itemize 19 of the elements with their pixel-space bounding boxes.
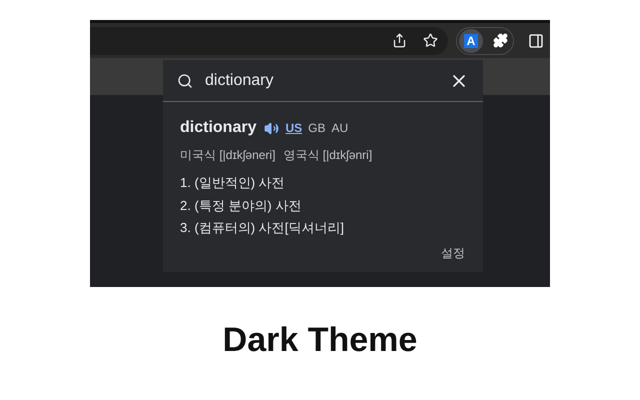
caption: Dark Theme — [222, 320, 418, 361]
accent-option[interactable]: US — [285, 119, 302, 137]
accent-option[interactable]: AU — [331, 119, 348, 137]
accent-option[interactable]: GB — [308, 119, 326, 137]
search-field[interactable]: dictionary — [163, 60, 483, 102]
definition: 1. (일반적인) 사전 — [180, 174, 286, 192]
speaker-icon[interactable] — [264, 120, 280, 136]
extension-button[interactable]: A — [459, 28, 483, 52]
share-icon[interactable] — [392, 33, 407, 48]
headword: dictionary — [180, 118, 256, 138]
pronunciation: 미국식 [|dɪkʃəneri] — [180, 147, 276, 164]
side-panel-icon[interactable] — [528, 32, 544, 48]
definition: 2. (특정 분야의) 사전 — [180, 196, 302, 215]
puzzle-icon[interactable] — [493, 33, 508, 48]
star-icon[interactable] — [423, 33, 438, 48]
definition: 3. (컴퓨터의) 사전[딕셔너리] — [180, 219, 345, 237]
pronunciation: 영국식 [|dɪkʃənri] — [283, 147, 372, 164]
search-icon — [177, 72, 193, 88]
settings-link[interactable]: 설정 — [441, 244, 465, 262]
